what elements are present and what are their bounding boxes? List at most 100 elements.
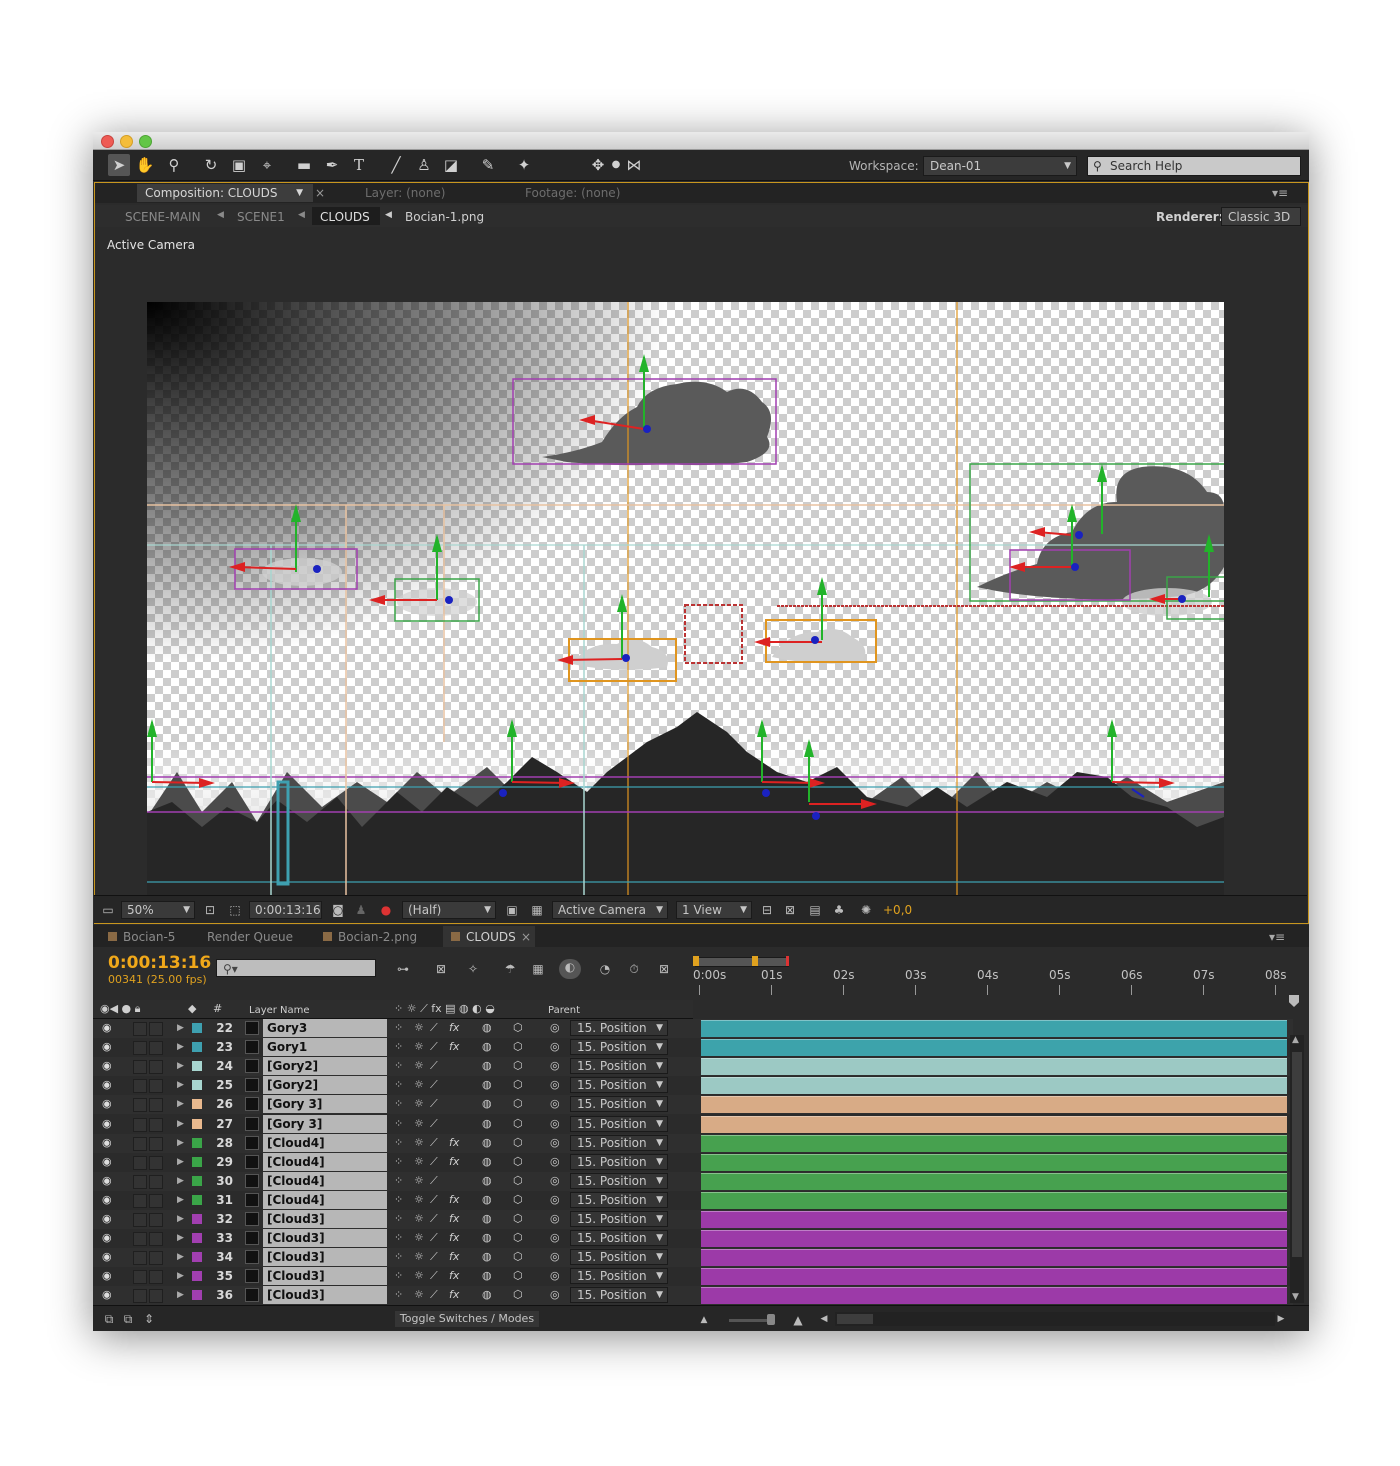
exposure-value[interactable]: +0,0: [883, 903, 912, 917]
audio-toggle[interactable]: [133, 1117, 147, 1132]
3d-layer-switch-icon[interactable]: ⬡: [513, 1134, 523, 1152]
comp-mini-flowchart-icon[interactable]: ⊶: [395, 961, 411, 977]
expand-arrow-icon[interactable]: ▶: [177, 1286, 184, 1304]
close-tab-icon[interactable]: ×: [315, 184, 325, 202]
pickwhip-icon[interactable]: ◎: [550, 1153, 560, 1171]
solo-toggle[interactable]: [149, 1193, 163, 1208]
layer-name[interactable]: [Cloud3]: [263, 1210, 387, 1228]
hide-shy-layers-icon[interactable]: ☂: [502, 961, 518, 977]
renderer-button[interactable]: Classic 3D: [1221, 207, 1301, 226]
layer-name[interactable]: Gory3: [263, 1019, 387, 1037]
pickwhip-icon[interactable]: ◎: [550, 1076, 560, 1094]
layer-name[interactable]: [Cloud3]: [263, 1229, 387, 1248]
collapse-switch-icon[interactable]: ⁘: [394, 1134, 403, 1152]
label-color-swatch[interactable]: [192, 1061, 202, 1072]
audio-toggle[interactable]: [133, 1251, 147, 1266]
quality-line-icon[interactable]: ⟋: [430, 1019, 438, 1037]
solo-toggle[interactable]: [149, 1270, 163, 1285]
label-color-swatch[interactable]: [192, 1290, 202, 1301]
layer-row[interactable]: ◉ ▶ 27 [Gory 3] ⁘ ☼ ⟋ ◍ ⬡ ◎ 15. Position ▼: [93, 1114, 1293, 1134]
parent-dropdown[interactable]: 15. Position ▼: [570, 1077, 668, 1094]
3d-layer-switch-icon[interactable]: ⬡: [513, 1095, 523, 1113]
audio-toggle[interactable]: [133, 1270, 147, 1285]
layer-row[interactable]: ◉ ▶ 28 [Cloud4] ⁘ ☼ ⟋ fx ◍ ⬡ ◎ 15. Position ▼: [93, 1133, 1293, 1153]
solo-toggle[interactable]: [149, 1117, 163, 1132]
collapse-switch-icon[interactable]: ⁘: [394, 1057, 403, 1075]
parent-dropdown[interactable]: 15. Position ▼: [570, 1058, 668, 1075]
collapse-switch-icon[interactable]: ⁘: [394, 1115, 403, 1133]
quality-switch-icon[interactable]: ☼: [414, 1019, 424, 1037]
layer-row[interactable]: ◉ ▶ 32 [Cloud3] ⁘ ☼ ⟋ fx ◍ ⬡ ◎ 15. Position ▼: [93, 1210, 1293, 1229]
motion-blur-switch-icon[interactable]: ◍: [482, 1076, 492, 1094]
layer-duration-bar[interactable]: [701, 1077, 1287, 1095]
brush-tool-icon[interactable]: ╱: [385, 154, 407, 176]
motion-blur-switch-icon[interactable]: ◍: [482, 1267, 492, 1285]
tab-bocian-2[interactable]: Bocian-2.png: [338, 928, 417, 946]
expand-arrow-icon[interactable]: ▶: [177, 1095, 184, 1113]
pickwhip-icon[interactable]: ◎: [550, 1191, 560, 1209]
audio-toggle[interactable]: [133, 1041, 147, 1056]
pickwhip-icon[interactable]: ◎: [550, 1115, 560, 1133]
motion-blur-switch-icon[interactable]: ◍: [482, 1153, 492, 1171]
quality-switch-icon[interactable]: ☼: [414, 1172, 424, 1190]
pickwhip-icon[interactable]: ◎: [550, 1229, 560, 1247]
tab-layer[interactable]: Layer: (none): [365, 184, 445, 202]
collapse-switch-icon[interactable]: ⁘: [394, 1191, 403, 1209]
3d-layer-switch-icon[interactable]: ⬡: [513, 1019, 523, 1037]
panel-menu-icon[interactable]: ▾≡: [1269, 928, 1285, 946]
collapse-switch-icon[interactable]: ⁘: [394, 1038, 403, 1056]
quality-switch-icon[interactable]: ☼: [414, 1286, 424, 1304]
zoom-window-button[interactable]: [139, 135, 152, 148]
collapse-switch-icon[interactable]: ⁘: [394, 1229, 403, 1247]
quality-switch-icon[interactable]: ☼: [414, 1153, 424, 1171]
layer-duration-bar[interactable]: [701, 1096, 1287, 1114]
solo-toggle[interactable]: [149, 1251, 163, 1266]
composition-viewer[interactable]: [147, 302, 1224, 908]
layer-name[interactable]: Gory1: [263, 1038, 387, 1057]
tab-composition[interactable]: Composition: CLOUDS ▼: [137, 184, 313, 202]
pen-tool-icon[interactable]: ✒: [321, 154, 343, 176]
layer-duration-bar[interactable]: [701, 1115, 1287, 1133]
expand-arrow-icon[interactable]: ▶: [177, 1019, 184, 1037]
pickwhip-icon[interactable]: ◎: [550, 1210, 560, 1228]
timeline-icon[interactable]: ▤: [807, 902, 823, 918]
quality-switch-icon[interactable]: ☼: [414, 1229, 424, 1247]
toggle-pixel-aspect-icon[interactable]: ⊟: [759, 902, 775, 918]
expand-arrow-icon[interactable]: ▶: [177, 1210, 184, 1228]
time-ruler[interactable]: 0:00s 01s 02s 03s 04s 05s 06s 07s 08s: [693, 968, 1287, 998]
pickwhip-icon[interactable]: ◎: [550, 1057, 560, 1075]
label-color-swatch[interactable]: [192, 1175, 202, 1186]
label-color-swatch[interactable]: [192, 1118, 202, 1129]
scroll-down-icon[interactable]: ▼: [1292, 1292, 1299, 1302]
work-area-end-handle[interactable]: [752, 956, 758, 966]
type-tool-icon[interactable]: T: [348, 154, 370, 176]
motion-blur-switch-icon[interactable]: ◍: [482, 1038, 492, 1056]
layer-name[interactable]: [Cloud4]: [263, 1190, 387, 1209]
quality-line-icon[interactable]: ⟋: [430, 1286, 438, 1304]
selection-tool-icon[interactable]: ➤: [108, 154, 130, 176]
layer-name[interactable]: [Cloud3]: [263, 1248, 387, 1267]
audio-toggle[interactable]: [133, 1232, 147, 1247]
fx-switch-icon[interactable]: fx: [449, 1229, 459, 1247]
layer-duration-bar[interactable]: [701, 1134, 1287, 1152]
parent-dropdown[interactable]: 15. Position ▼: [570, 1153, 668, 1170]
layer-row[interactable]: ◉ ▶ 24 [Gory2] ⁘ ☼ ⟋ ◍ ⬡ ◎ 15. Position ▼: [93, 1057, 1293, 1077]
expand-arrow-icon[interactable]: ▶: [177, 1038, 184, 1056]
visibility-eye-icon[interactable]: ◉: [102, 1153, 112, 1171]
layer-row[interactable]: ◉ ▶ 26 [Gory 3] ⁘ ☼ ⟋ ◍ ⬡ ◎ 15. Position ▼: [93, 1095, 1293, 1115]
tab-clouds[interactable]: CLOUDS: [466, 928, 516, 946]
layer-duration-bar[interactable]: [701, 1268, 1287, 1286]
solo-toggle[interactable]: [149, 1155, 163, 1170]
live-update-icon[interactable]: ⊠: [433, 961, 449, 977]
solo-toggle[interactable]: [149, 1174, 163, 1189]
layer-name[interactable]: [Cloud3]: [263, 1267, 387, 1286]
stopwatch-icon[interactable]: ⏱: [626, 961, 642, 977]
quality-line-icon[interactable]: ⟋: [430, 1248, 438, 1266]
parent-dropdown[interactable]: 15. Position ▼: [570, 1039, 668, 1056]
fx-switch-icon[interactable]: fx: [449, 1153, 459, 1171]
expand-arrow-icon[interactable]: ▶: [177, 1248, 184, 1266]
tab-bocian-5[interactable]: Bocian-5: [123, 928, 175, 946]
quality-line-icon[interactable]: ⟋: [430, 1210, 438, 1228]
quality-line-icon[interactable]: ⟋: [430, 1191, 438, 1209]
parent-dropdown[interactable]: 15. Position ▼: [570, 1191, 668, 1208]
